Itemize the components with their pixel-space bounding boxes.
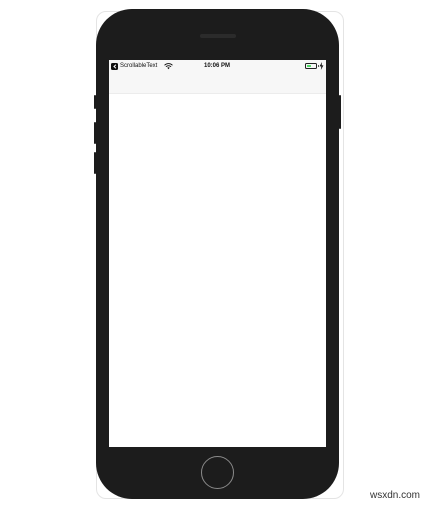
volume-up-button: [94, 122, 96, 144]
charging-bolt-icon: [319, 62, 324, 70]
main-content-area[interactable]: [109, 94, 326, 447]
simulator-stage: ScrollableText 10:06 PM wsxdn.com: [0, 0, 425, 509]
back-to-app-label: ScrollableText: [120, 63, 158, 69]
device-screen[interactable]: ScrollableText 10:06 PM: [109, 60, 326, 447]
volume-down-button: [94, 152, 96, 174]
home-button[interactable]: [201, 456, 234, 489]
wifi-icon: [164, 63, 173, 70]
back-to-app-icon: [111, 63, 118, 70]
status-bar: ScrollableText 10:06 PM: [109, 60, 326, 73]
earpiece-speaker: [200, 34, 236, 38]
back-to-app-button[interactable]: ScrollableText: [111, 62, 157, 71]
mute-switch: [94, 95, 96, 109]
battery-icon: [305, 63, 319, 69]
power-button: [339, 95, 341, 129]
watermark-text: wsxdn.com: [369, 490, 420, 501]
battery-level-fill: [307, 65, 312, 67]
status-time: 10:06 PM: [203, 63, 230, 69]
navigation-bar: [109, 73, 326, 94]
